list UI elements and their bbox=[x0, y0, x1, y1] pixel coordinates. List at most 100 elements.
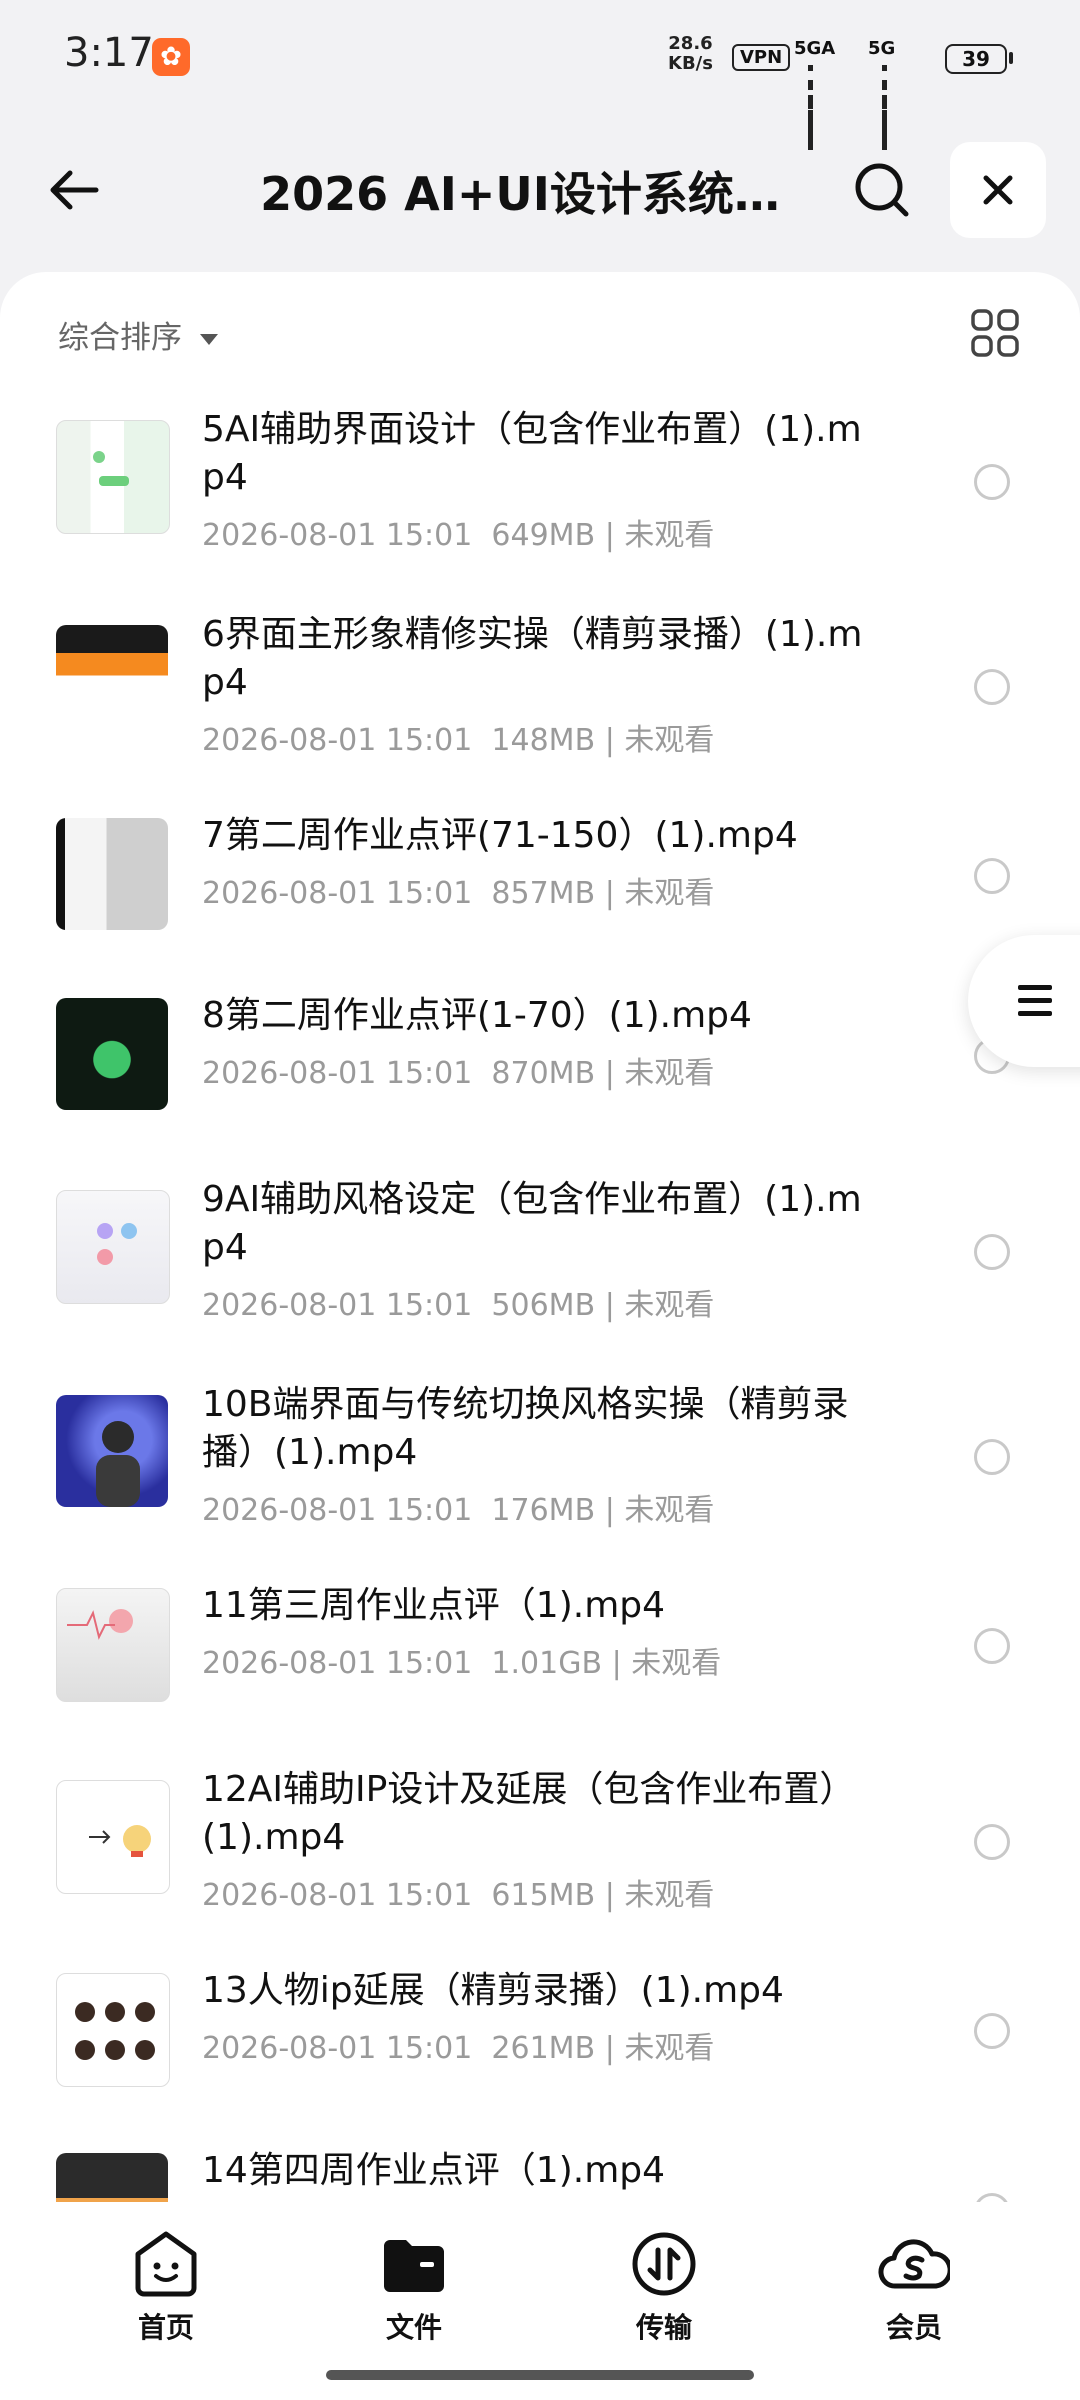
watch-status: 未观看 bbox=[624, 1288, 715, 1323]
status-bar: 3:17 ✿ 28.6 KB/s VPN 5GA 5G 39 bbox=[0, 0, 1080, 150]
file-date: 2026-08-01 15:01 bbox=[202, 1288, 473, 1323]
select-radio[interactable] bbox=[974, 1439, 1010, 1475]
nav-files[interactable]: 文件 bbox=[334, 2228, 494, 2346]
network-speed: 28.6 KB/s bbox=[668, 34, 713, 74]
file-date: 2026-08-01 15:01 bbox=[202, 723, 473, 758]
watch-status: 未观看 bbox=[624, 723, 715, 758]
file-meta: 2026-08-01 15:01 649MB | 未观看 bbox=[202, 518, 715, 553]
grid-view-button[interactable] bbox=[970, 308, 1020, 358]
file-size: 148MB bbox=[491, 723, 596, 758]
header-bar: 2026 AI+UI设计系统… bbox=[0, 130, 1080, 250]
file-size: 649MB bbox=[491, 518, 596, 553]
folder-icon bbox=[384, 2240, 444, 2292]
chevron-down-icon bbox=[200, 334, 218, 345]
file-date: 2026-08-01 15:01 bbox=[202, 1878, 473, 1913]
watch-status: 未观看 bbox=[624, 876, 715, 911]
video-thumbnail bbox=[56, 998, 168, 1110]
video-thumbnail bbox=[56, 1973, 170, 2087]
close-button[interactable] bbox=[950, 142, 1046, 238]
list-item[interactable]: 13人物ip延展（精剪录播）(1).mp4 2026-08-01 15:01 2… bbox=[0, 1957, 1080, 2127]
back-button[interactable] bbox=[40, 155, 110, 225]
file-name: 14第四周作业点评（1).mp4 bbox=[202, 2150, 666, 2191]
list-item[interactable]: 14第四周作业点评（1).mp4 bbox=[0, 2137, 1080, 2202]
video-thumbnail bbox=[56, 1588, 170, 1702]
file-date: 2026-08-01 15:01 bbox=[202, 876, 473, 911]
file-size: 870MB bbox=[491, 1056, 596, 1091]
file-date: 2026-08-01 15:01 bbox=[202, 1493, 473, 1528]
file-date: 2026-08-01 15:01 bbox=[202, 518, 473, 553]
file-date: 2026-08-01 15:01 bbox=[202, 1056, 473, 1091]
menu-lines-icon bbox=[1018, 985, 1052, 1024]
network-speed-unit: KB/s bbox=[668, 53, 713, 74]
file-name: 6界面主形象精修实操（精剪录播）(1).mp4 bbox=[202, 614, 863, 703]
file-meta: 2026-08-01 15:01 506MB | 未观看 bbox=[202, 1288, 715, 1323]
file-name: 13人物ip延展（精剪录播）(1).mp4 bbox=[202, 1970, 784, 2011]
search-icon bbox=[855, 163, 909, 217]
video-thumbnail bbox=[56, 420, 170, 534]
battery-icon: 39 bbox=[945, 44, 1007, 74]
file-meta: 2026-08-01 15:01 870MB | 未观看 bbox=[202, 1056, 715, 1091]
arrow-left-icon bbox=[50, 170, 99, 210]
list-item[interactable]: 7第二周作业点评(71-150）(1).mp4 2026-08-01 15:01… bbox=[0, 802, 1080, 972]
search-button[interactable] bbox=[848, 156, 918, 226]
select-radio[interactable] bbox=[974, 1628, 1010, 1664]
file-name: 12AI辅助IP设计及延展（包含作业布置）(1).mp4 bbox=[202, 1769, 856, 1858]
file-date: 2026-08-01 15:01 bbox=[202, 1646, 473, 1681]
nav-label: 会员 bbox=[885, 2311, 942, 2344]
cloud-vip-icon bbox=[878, 2239, 950, 2289]
list-item[interactable]: 5AI辅助界面设计（包含作业布置）(1).mp4 2026-08-01 15:0… bbox=[0, 392, 1080, 582]
file-size: 615MB bbox=[491, 1878, 596, 1913]
home-indicator[interactable] bbox=[326, 2370, 754, 2380]
file-meta: 2026-08-01 15:01 615MB | 未观看 bbox=[202, 1878, 715, 1913]
status-time: 3:17 bbox=[64, 30, 154, 76]
select-radio[interactable] bbox=[974, 669, 1010, 705]
select-radio[interactable] bbox=[974, 464, 1010, 500]
file-list-panel: 综合排序 5AI辅助界面设计（包含作业布置）(1).mp4 2026-08-01… bbox=[0, 272, 1080, 2202]
video-thumbnail bbox=[56, 625, 168, 737]
file-size: 176MB bbox=[491, 1493, 596, 1528]
bottom-nav: 首页 文件 传输 会员 bbox=[0, 2202, 1080, 2400]
file-size: 506MB bbox=[491, 1288, 596, 1323]
list-item[interactable]: 8第二周作业点评(1-70）(1).mp4 2026-08-01 15:01 8… bbox=[0, 982, 1080, 1152]
video-thumbnail bbox=[56, 2153, 168, 2202]
select-radio[interactable] bbox=[974, 2193, 1010, 2202]
file-name: 5AI辅助界面设计（包含作业布置）(1).mp4 bbox=[202, 409, 862, 498]
select-radio[interactable] bbox=[974, 1234, 1010, 1270]
video-thumbnail bbox=[56, 1780, 170, 1894]
nav-transfer[interactable]: 传输 bbox=[584, 2228, 744, 2346]
watch-status: 未观看 bbox=[631, 1646, 722, 1681]
list-item[interactable]: 11第三周作业点评（1).mp4 2026-08-01 15:01 1.01GB… bbox=[0, 1572, 1080, 1742]
file-meta: 2026-08-01 15:01 261MB | 未观看 bbox=[202, 2031, 715, 2066]
file-name: 11第三周作业点评（1).mp4 bbox=[202, 1585, 666, 1626]
select-radio[interactable] bbox=[974, 858, 1010, 894]
file-size: 857MB bbox=[491, 876, 596, 911]
sort-dropdown[interactable]: 综合排序 bbox=[58, 312, 218, 357]
file-meta: 2026-08-01 15:01 1.01GB | 未观看 bbox=[202, 1646, 722, 1681]
sort-label: 综合排序 bbox=[58, 320, 182, 356]
watch-status: 未观看 bbox=[624, 1493, 715, 1528]
network-speed-value: 28.6 bbox=[668, 33, 713, 54]
file-size: 1.01GB bbox=[491, 1646, 603, 1681]
file-meta: 2026-08-01 15:01 176MB | 未观看 bbox=[202, 1493, 715, 1528]
video-thumbnail bbox=[56, 1190, 170, 1304]
nav-label: 首页 bbox=[137, 2311, 194, 2344]
file-name: 8第二周作业点评(1-70）(1).mp4 bbox=[202, 995, 752, 1036]
vpn-icon: VPN bbox=[732, 44, 791, 71]
nav-home[interactable]: 首页 bbox=[86, 2228, 246, 2346]
grid-view-icon bbox=[971, 309, 1019, 357]
page-title: 2026 AI+UI设计系统… bbox=[260, 167, 780, 221]
list-item[interactable]: 10B端界面与传统切换风格实操（精剪录播）(1).mp4 2026-08-01 … bbox=[0, 1367, 1080, 1557]
file-date: 2026-08-01 15:01 bbox=[202, 2031, 473, 2066]
transfer-icon bbox=[632, 2232, 696, 2296]
list-item[interactable]: 6界面主形象精修实操（精剪录播）(1).mp4 2026-08-01 15:01… bbox=[0, 597, 1080, 787]
battery-tip bbox=[1009, 52, 1013, 64]
nav-label: 文件 bbox=[385, 2311, 442, 2344]
list-item[interactable]: 9AI辅助风格设定（包含作业布置）(1).mp4 2026-08-01 15:0… bbox=[0, 1162, 1080, 1352]
smiley-home-icon bbox=[135, 2231, 197, 2297]
video-thumbnail bbox=[56, 818, 168, 930]
file-meta: 2026-08-01 15:01 857MB | 未观看 bbox=[202, 876, 715, 911]
nav-vip[interactable]: 会员 bbox=[834, 2228, 994, 2346]
select-radio[interactable] bbox=[974, 2013, 1010, 2049]
list-item[interactable]: 12AI辅助IP设计及延展（包含作业布置）(1).mp4 2026-08-01 … bbox=[0, 1752, 1080, 1942]
select-radio[interactable] bbox=[974, 1824, 1010, 1860]
